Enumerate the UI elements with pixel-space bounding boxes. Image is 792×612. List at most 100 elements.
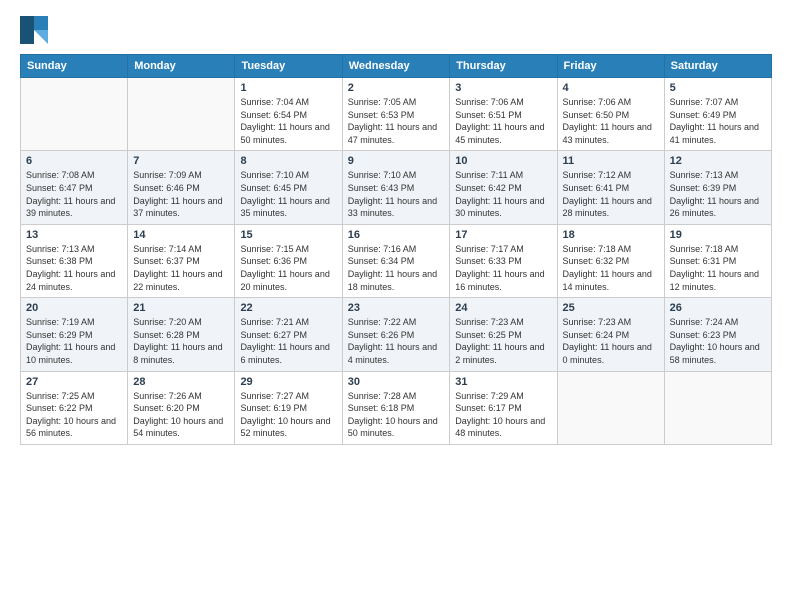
weekday-header-sunday: Sunday (21, 55, 128, 78)
calendar-cell: 23 Sunrise: 7:22 AMSunset: 6:26 PMDayligh… (342, 298, 450, 371)
calendar-week-row: 13 Sunrise: 7:13 AMSunset: 6:38 PMDayligh… (21, 224, 772, 297)
calendar-cell: 25 Sunrise: 7:23 AMSunset: 6:24 PMDayligh… (557, 298, 664, 371)
day-number: 31 (455, 376, 551, 388)
calendar-header: SundayMondayTuesdayWednesdayThursdayFrid… (21, 55, 772, 78)
day-number: 26 (670, 302, 766, 314)
day-number: 22 (240, 302, 336, 314)
day-info: Sunrise: 7:16 AMSunset: 6:34 PMDaylight:… (348, 243, 445, 293)
day-number: 27 (26, 376, 122, 388)
day-info: Sunrise: 7:11 AMSunset: 6:42 PMDaylight:… (455, 169, 551, 219)
weekday-header-thursday: Thursday (450, 55, 557, 78)
calendar-cell: 20 Sunrise: 7:19 AMSunset: 6:29 PMDayligh… (21, 298, 128, 371)
day-info: Sunrise: 7:26 AMSunset: 6:20 PMDaylight:… (133, 390, 229, 440)
day-info: Sunrise: 7:23 AMSunset: 6:24 PMDaylight:… (563, 316, 659, 366)
header (20, 16, 772, 44)
day-number: 9 (348, 155, 445, 167)
weekday-header-friday: Friday (557, 55, 664, 78)
day-info: Sunrise: 7:21 AMSunset: 6:27 PMDaylight:… (240, 316, 336, 366)
calendar-cell: 21 Sunrise: 7:20 AMSunset: 6:28 PMDayligh… (128, 298, 235, 371)
calendar-cell: 2 Sunrise: 7:05 AMSunset: 6:53 PMDaylight… (342, 78, 450, 151)
day-info: Sunrise: 7:28 AMSunset: 6:18 PMDaylight:… (348, 390, 445, 440)
calendar-cell: 12 Sunrise: 7:13 AMSunset: 6:39 PMDayligh… (664, 151, 771, 224)
calendar-cell: 30 Sunrise: 7:28 AMSunset: 6:18 PMDayligh… (342, 371, 450, 444)
calendar-cell: 3Sunrise: 7:06 AMSunset: 6:51 PMDaylight… (450, 78, 557, 151)
day-info: Sunrise: 7:06 AMSunset: 6:50 PMDaylight:… (563, 96, 659, 146)
day-number: 13 (26, 229, 122, 241)
day-number: 3 (455, 82, 551, 94)
day-info: Sunrise: 7:04 AMSunset: 6:54 PMDaylight:… (240, 96, 336, 146)
day-info: Sunrise: 7:29 AMSunset: 6:17 PMDaylight:… (455, 390, 551, 440)
calendar-cell: 22 Sunrise: 7:21 AMSunset: 6:27 PMDayligh… (235, 298, 342, 371)
calendar-cell: 16 Sunrise: 7:16 AMSunset: 6:34 PMDayligh… (342, 224, 450, 297)
calendar-cell: 4 Sunrise: 7:06 AMSunset: 6:50 PMDaylight… (557, 78, 664, 151)
day-info: Sunrise: 7:27 AMSunset: 6:19 PMDaylight:… (240, 390, 336, 440)
day-number: 20 (26, 302, 122, 314)
day-number: 18 (563, 229, 659, 241)
day-info: Sunrise: 7:24 AMSunset: 6:23 PMDaylight:… (670, 316, 766, 366)
day-number: 12 (670, 155, 766, 167)
calendar-cell: 11 Sunrise: 7:12 AMSunset: 6:41 PMDayligh… (557, 151, 664, 224)
day-info: Sunrise: 7:18 AMSunset: 6:32 PMDaylight:… (563, 243, 659, 293)
day-number: 25 (563, 302, 659, 314)
weekday-header-tuesday: Tuesday (235, 55, 342, 78)
calendar-cell: 7 Sunrise: 7:09 AMSunset: 6:46 PMDaylight… (128, 151, 235, 224)
calendar-cell: 29 Sunrise: 7:27 AMSunset: 6:19 PMDayligh… (235, 371, 342, 444)
day-info: Sunrise: 7:18 AMSunset: 6:31 PMDaylight:… (670, 243, 766, 293)
day-number: 17 (455, 229, 551, 241)
day-info: Sunrise: 7:13 AMSunset: 6:38 PMDaylight:… (26, 243, 122, 293)
calendar-cell: 15Sunrise: 7:15 AMSunset: 6:36 PMDayligh… (235, 224, 342, 297)
calendar-cell: 24Sunrise: 7:23 AMSunset: 6:25 PMDayligh… (450, 298, 557, 371)
day-info: Sunrise: 7:07 AMSunset: 6:49 PMDaylight:… (670, 96, 766, 146)
day-info: Sunrise: 7:13 AMSunset: 6:39 PMDaylight:… (670, 169, 766, 219)
calendar-cell: 27Sunrise: 7:25 AMSunset: 6:22 PMDayligh… (21, 371, 128, 444)
day-info: Sunrise: 7:10 AMSunset: 6:45 PMDaylight:… (240, 169, 336, 219)
day-number: 6 (26, 155, 122, 167)
day-number: 23 (348, 302, 445, 314)
weekday-header-monday: Monday (128, 55, 235, 78)
day-info: Sunrise: 7:08 AMSunset: 6:47 PMDaylight:… (26, 169, 122, 219)
day-number: 15 (240, 229, 336, 241)
calendar-cell: 1 Sunrise: 7:04 AMSunset: 6:54 PMDaylight… (235, 78, 342, 151)
weekday-header-row: SundayMondayTuesdayWednesdayThursdayFrid… (21, 55, 772, 78)
day-info: Sunrise: 7:12 AMSunset: 6:41 PMDaylight:… (563, 169, 659, 219)
calendar-cell: 26 Sunrise: 7:24 AMSunset: 6:23 PMDayligh… (664, 298, 771, 371)
calendar-cell (557, 371, 664, 444)
day-number: 7 (133, 155, 229, 167)
calendar-cell (128, 78, 235, 151)
calendar-cell: 17Sunrise: 7:17 AMSunset: 6:33 PMDayligh… (450, 224, 557, 297)
calendar-cell: 5 Sunrise: 7:07 AMSunset: 6:49 PMDaylight… (664, 78, 771, 151)
day-info: Sunrise: 7:22 AMSunset: 6:26 PMDaylight:… (348, 316, 445, 366)
calendar-cell: 19 Sunrise: 7:18 AMSunset: 6:31 PMDayligh… (664, 224, 771, 297)
calendar-cell (664, 371, 771, 444)
day-number: 14 (133, 229, 229, 241)
weekday-header-wednesday: Wednesday (342, 55, 450, 78)
day-number: 1 (240, 82, 336, 94)
calendar-cell: 28 Sunrise: 7:26 AMSunset: 6:20 PMDayligh… (128, 371, 235, 444)
calendar-week-row: 6 Sunrise: 7:08 AMSunset: 6:47 PMDaylight… (21, 151, 772, 224)
weekday-header-saturday: Saturday (664, 55, 771, 78)
day-info: Sunrise: 7:05 AMSunset: 6:53 PMDaylight:… (348, 96, 445, 146)
day-number: 24 (455, 302, 551, 314)
day-number: 21 (133, 302, 229, 314)
day-number: 8 (240, 155, 336, 167)
day-number: 2 (348, 82, 445, 94)
logo-icon (20, 16, 48, 44)
day-number: 30 (348, 376, 445, 388)
day-info: Sunrise: 7:20 AMSunset: 6:28 PMDaylight:… (133, 316, 229, 366)
day-number: 29 (240, 376, 336, 388)
day-number: 11 (563, 155, 659, 167)
day-number: 5 (670, 82, 766, 94)
day-info: Sunrise: 7:09 AMSunset: 6:46 PMDaylight:… (133, 169, 229, 219)
calendar-cell: 9Sunrise: 7:10 AMSunset: 6:43 PMDaylight… (342, 151, 450, 224)
calendar-cell: 14 Sunrise: 7:14 AMSunset: 6:37 PMDayligh… (128, 224, 235, 297)
day-number: 4 (563, 82, 659, 94)
calendar-table: SundayMondayTuesdayWednesdayThursdayFrid… (20, 54, 772, 445)
day-number: 16 (348, 229, 445, 241)
calendar-week-row: 27Sunrise: 7:25 AMSunset: 6:22 PMDayligh… (21, 371, 772, 444)
day-info: Sunrise: 7:14 AMSunset: 6:37 PMDaylight:… (133, 243, 229, 293)
day-number: 28 (133, 376, 229, 388)
calendar-week-row: 1 Sunrise: 7:04 AMSunset: 6:54 PMDaylight… (21, 78, 772, 151)
day-number: 19 (670, 229, 766, 241)
calendar-cell (21, 78, 128, 151)
day-info: Sunrise: 7:19 AMSunset: 6:29 PMDaylight:… (26, 316, 122, 366)
